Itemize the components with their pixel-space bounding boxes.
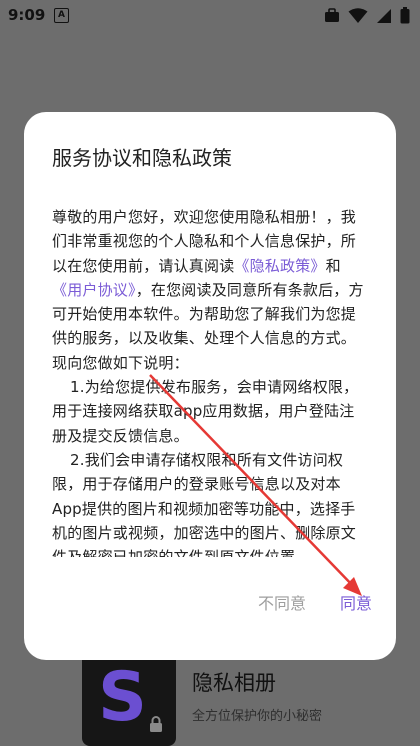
app-description: 全方位保护你的小秘密 — [192, 709, 323, 724]
signal-icon — [377, 8, 391, 23]
permission-item-2: 2.我们会申请存储权限和所有文件访问权限，用于存储用户的登录账号信息以及对本Ap… — [52, 450, 357, 557]
dialog-title: 服务协议和隐私政策 — [52, 146, 232, 170]
app-name: 隐私相册 — [192, 671, 276, 695]
notification-icon: A — [54, 8, 69, 23]
privacy-policy-link[interactable]: 《隐私政策》 — [234, 257, 325, 275]
disagree-button[interactable]: 不同意 — [252, 586, 312, 618]
lock-icon — [150, 716, 162, 732]
dialog-intro-paragraph: 尊敬的用户您好，欢迎您使用隐私相册！，我们非常重视您的个人隐私和个人信息保护，所… — [52, 205, 368, 375]
dialog-body[interactable]: 尊敬的用户您好，欢迎您使用隐私相册！，我们非常重视您的个人隐私和个人信息保护，所… — [52, 205, 368, 557]
privacy-dialog: 服务协议和隐私政策 尊敬的用户您好，欢迎您使用隐私相册！，我们非常重视您的个人隐… — [24, 112, 396, 660]
and-text: 和 — [325, 256, 341, 275]
battery-icon — [400, 7, 410, 24]
status-time: 9:09 — [8, 6, 46, 24]
status-icons — [324, 7, 410, 24]
app-icon-letter: S — [98, 658, 147, 737]
user-agreement-link[interactable]: 《用户协议》 — [52, 281, 136, 299]
wifi-icon — [348, 7, 368, 23]
permission-item-1: 1.为给您提供发布服务，会申请网络权限，用于连接网络获取app应用数据，用户登陆… — [52, 378, 359, 445]
status-bar: 9:09 A — [0, 0, 420, 30]
briefcase-icon — [325, 8, 339, 22]
agree-button[interactable]: 同意 — [334, 586, 378, 618]
